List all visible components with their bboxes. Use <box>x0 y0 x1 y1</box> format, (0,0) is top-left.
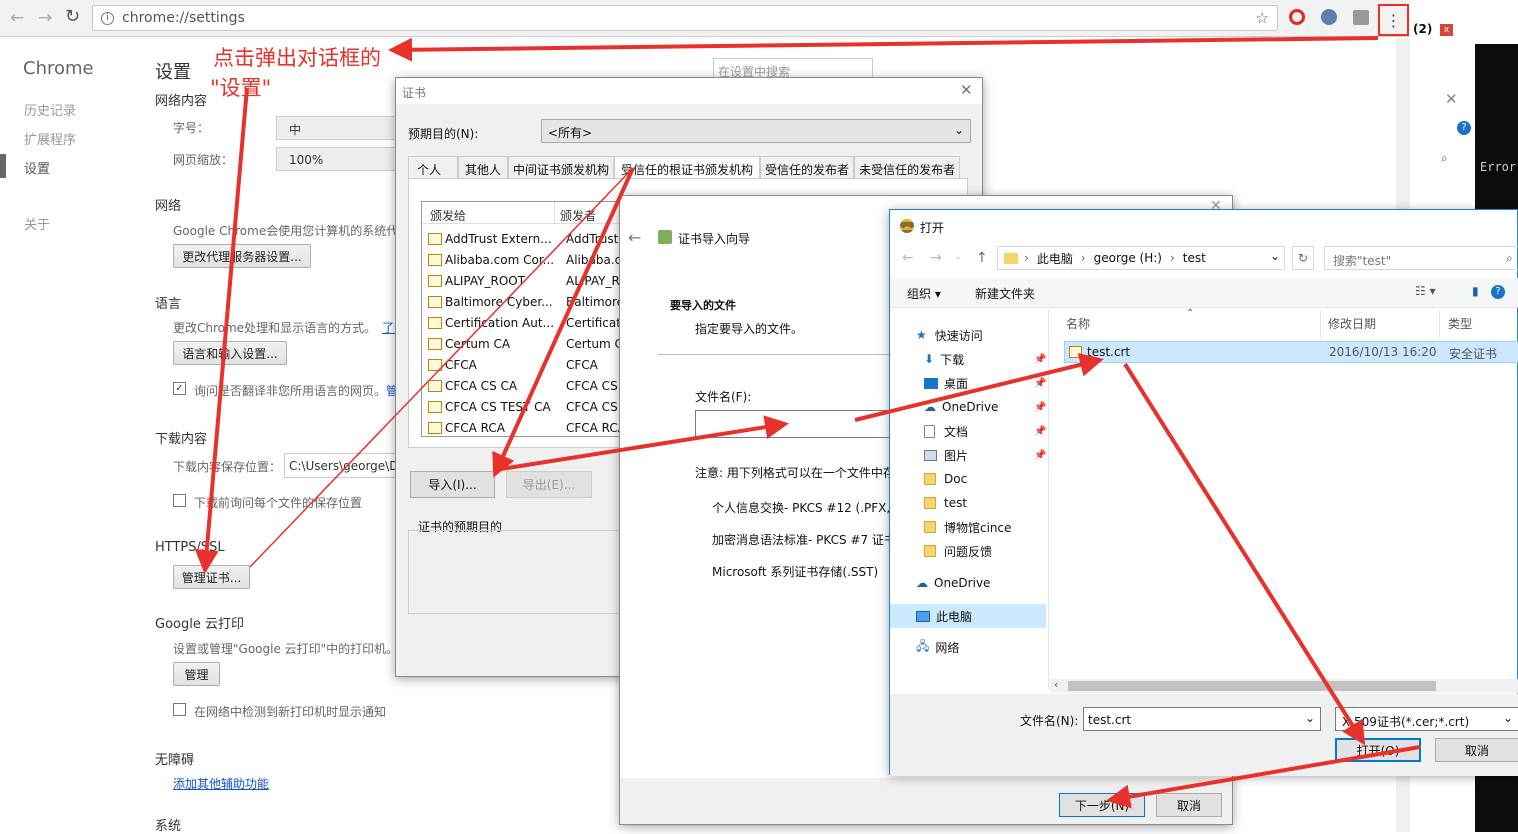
arrow-wizard-to-file <box>854 353 1104 422</box>
annotation-arrows <box>194 36 1421 809</box>
arrow-open-to-next <box>1106 745 1421 809</box>
arrow-to-manage-certs <box>194 87 249 574</box>
arrow-tab-to-import <box>492 167 635 478</box>
arrow-menu-to-settings <box>388 36 1379 62</box>
arrow-import-to-wizard <box>494 415 789 472</box>
arrow-file-to-open <box>1123 362 1366 746</box>
arrow-manage-to-tab <box>249 167 634 568</box>
